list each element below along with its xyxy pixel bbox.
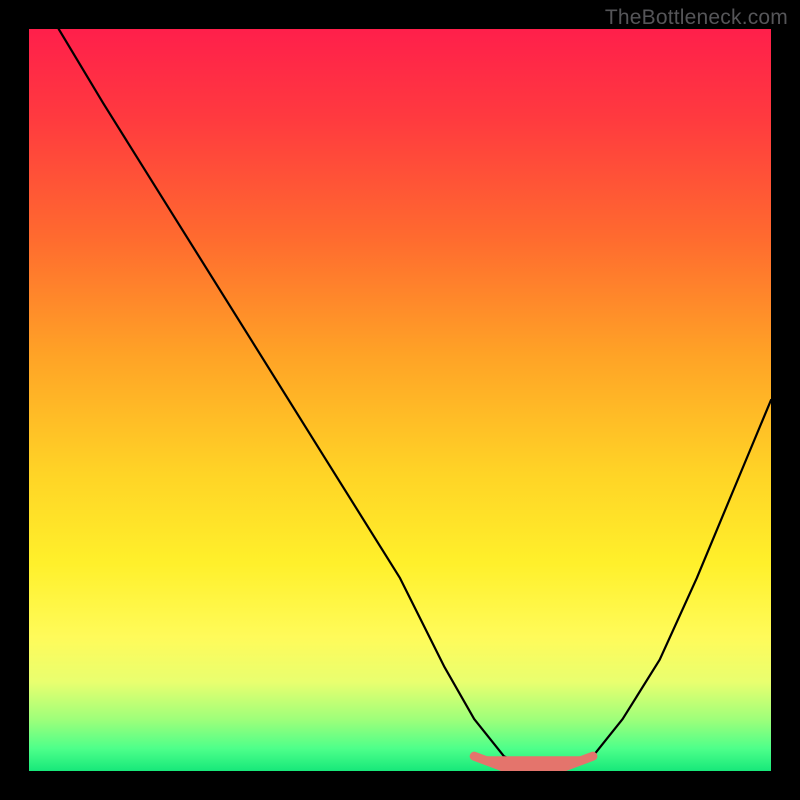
plot-area: [29, 29, 771, 771]
chart-frame: TheBottleneck.com: [0, 0, 800, 800]
optimal-zone-marker: [474, 756, 593, 771]
curve-svg: [29, 29, 771, 771]
watermark-text: TheBottleneck.com: [605, 6, 788, 30]
bottleneck-curve: [59, 29, 771, 771]
